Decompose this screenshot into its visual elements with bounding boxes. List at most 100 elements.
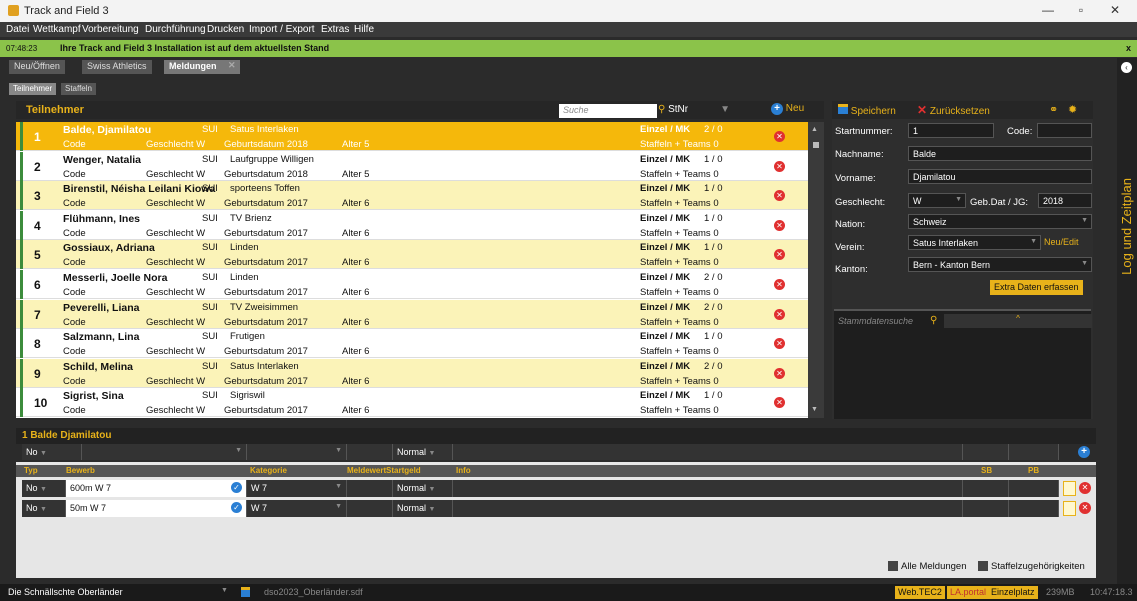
geschlecht-select[interactable]: W ▼	[908, 193, 966, 208]
code-field[interactable]	[1037, 123, 1092, 138]
list-scrollbar[interactable]: ▲ ▼	[808, 122, 824, 418]
list-icon[interactable]	[1063, 501, 1076, 516]
delete-icon[interactable]: ✕	[774, 397, 785, 409]
table-row[interactable]: 2 Wenger, Natalia SUI Laufgruppe Willigen Co…	[16, 151, 808, 181]
search-icon[interactable]: ⚲	[930, 315, 937, 326]
delete-icon[interactable]: ✕	[774, 160, 785, 172]
tab-teilnehmer[interactable]: Teilnehmer	[9, 83, 57, 95]
table-row[interactable]: 10 Sigrist, Sina SUI Sigriswil Code Geschlech…	[16, 388, 808, 418]
vorname-field[interactable]: Djamilatou	[908, 169, 1092, 184]
bewerb-field[interactable]: 600m W 7 ✓	[66, 480, 247, 497]
kategorie-select[interactable]: W 7 ▼	[247, 480, 347, 497]
table-row[interactable]: 3 Birenstil, Néisha Leilani Kiowa SUI sport…	[16, 181, 808, 211]
filter-bewerb-select[interactable]: ▼	[82, 444, 247, 460]
info-field[interactable]	[453, 480, 963, 497]
table-row[interactable]: 9 Schild, Melina SUI Satus Interlaken Code Ge…	[16, 358, 808, 388]
close-tab-icon[interactable]: ✕	[228, 60, 236, 71]
tag-einzelplatz[interactable]: Einzelplatz	[988, 586, 1038, 599]
startgeld-select[interactable]: Normal ▼	[393, 480, 453, 497]
tab-neu-oeffnen[interactable]: Neu/Öffnen	[9, 60, 65, 74]
save-button[interactable]: Speichern	[838, 104, 896, 117]
menu-hilfe[interactable]: Hilfe	[354, 24, 374, 35]
link-icon[interactable]: ⚭	[1049, 103, 1058, 116]
alle-meldungen-toggle[interactable]: Alle Meldungen	[888, 561, 967, 572]
delete-icon[interactable]: ✕	[1079, 502, 1091, 514]
filter-meldewert[interactable]	[347, 444, 393, 460]
log-zeitplan-sidebar[interactable]: ‹ Log und Zeitplan	[1117, 58, 1137, 584]
checkbox[interactable]	[978, 561, 988, 572]
nation-select[interactable]: Schweiz ▼	[908, 214, 1092, 229]
notification-close-icon[interactable]: x	[1126, 43, 1131, 53]
filter-info[interactable]	[453, 444, 963, 460]
sb-field[interactable]	[963, 500, 1009, 517]
menu-durchfuehrung[interactable]: Durchführung	[145, 24, 206, 35]
gear-icon[interactable]: ✹	[1068, 103, 1077, 116]
menu-wettkampf[interactable]: Wettkampf	[33, 24, 81, 35]
add-meldung-button[interactable]: +	[1078, 446, 1090, 458]
delete-icon[interactable]: ✕	[774, 279, 785, 290]
stammdaten-search-input[interactable]: Stammdatensuche	[834, 315, 944, 329]
extra-daten-button[interactable]: Extra Daten erfassen	[990, 280, 1083, 295]
scroll-down-icon[interactable]: ▼	[811, 406, 818, 413]
minimize-button[interactable]: —	[1033, 3, 1063, 19]
filter-sb[interactable]	[963, 444, 1009, 460]
nachname-field[interactable]: Balde	[908, 146, 1092, 161]
tag-laportal[interactable]: LA.portal	[947, 586, 990, 599]
pb-field[interactable]	[1009, 500, 1059, 517]
filter-pb[interactable]	[1009, 444, 1059, 460]
scroll-up-icon[interactable]: ▲	[811, 126, 818, 133]
startnummer-field[interactable]: 1	[908, 123, 994, 138]
checkbox[interactable]	[888, 561, 898, 572]
pb-field[interactable]	[1009, 480, 1059, 497]
chevron-down-icon[interactable]: ▼	[221, 587, 228, 594]
delete-icon[interactable]: ✕	[1079, 482, 1091, 494]
neu-button[interactable]: + Neu	[771, 103, 804, 115]
table-row[interactable]: 6 Messerli, Joelle Nora SUI Linden Code Gesch…	[16, 270, 808, 299]
close-window-button[interactable]: ✕	[1100, 3, 1130, 19]
sb-field[interactable]	[963, 480, 1009, 497]
delete-icon[interactable]: ✕	[774, 190, 785, 202]
kategorie-select[interactable]: W 7 ▼	[247, 500, 347, 517]
delete-icon[interactable]: ✕	[774, 131, 785, 142]
menu-datei[interactable]: Datei	[6, 24, 29, 35]
meldewert-field[interactable]	[347, 480, 393, 497]
bewerb-field[interactable]: 50m W 7 ✓	[66, 500, 247, 517]
table-row[interactable]: 7 Peverelli, Liana SUI TV Zweisimmen Code Ges…	[16, 299, 808, 329]
meldung-row[interactable]: No ▼ 600m W 7 ✓ W 7 ▼ Normal ▼ ✕	[16, 480, 1096, 497]
menu-drucken[interactable]: Drucken	[207, 24, 244, 35]
menu-import-export[interactable]: Import / Export	[249, 24, 315, 35]
table-row[interactable]: 8 Salzmann, Lina SUI Frutigen Code Geschlecht…	[16, 329, 808, 359]
maximize-button[interactable]: ▫	[1066, 3, 1096, 19]
typ-select[interactable]: No ▼	[22, 480, 66, 497]
meldung-row[interactable]: No ▼ 50m W 7 ✓ W 7 ▼ Normal ▼ ✕	[16, 500, 1096, 517]
scroll-thumb[interactable]	[813, 142, 819, 148]
search-input[interactable]: Suche	[559, 104, 657, 118]
verein-select[interactable]: Satus Interlaken ▼	[908, 235, 1041, 250]
info-field[interactable]	[453, 500, 963, 517]
meldewert-field[interactable]	[347, 500, 393, 517]
menu-extras[interactable]: Extras	[321, 24, 349, 35]
tab-swiss-athletics[interactable]: Swiss Athletics	[82, 60, 152, 74]
filter-kategorie-select[interactable]: ▼	[247, 444, 347, 460]
collapse-up-icon[interactable]: ^	[944, 314, 1092, 328]
stnr-sort[interactable]: ⚲ StNr ▼	[658, 104, 730, 115]
delete-icon[interactable]: ✕	[774, 219, 785, 231]
staffel-toggle[interactable]: Staffelzugehörigkeiten	[978, 561, 1085, 572]
delete-icon[interactable]: ✕	[774, 367, 785, 379]
gebdat-field[interactable]: 2018	[1038, 193, 1092, 208]
typ-select[interactable]: No ▼	[22, 500, 66, 517]
tab-staffeln[interactable]: Staffeln	[61, 83, 96, 95]
expand-icon[interactable]: ‹	[1121, 62, 1132, 73]
tab-meldungen[interactable]: Meldungen ✕	[164, 60, 240, 74]
list-icon[interactable]	[1063, 481, 1076, 496]
table-row[interactable]: 1 Balde, Djamilatou SUI Satus Interlaken Cod…	[16, 122, 808, 151]
delete-icon[interactable]: ✕	[774, 338, 785, 350]
menu-vorbereitung[interactable]: Vorbereitung	[82, 24, 139, 35]
delete-icon[interactable]: ✕	[774, 249, 785, 261]
reset-button[interactable]: ✕ Zurücksetzen	[917, 103, 990, 117]
startgeld-select[interactable]: Normal ▼	[393, 500, 453, 517]
table-row[interactable]: 4 Flühmann, Ines SUI TV Brienz Code Geschlech…	[16, 210, 808, 240]
kanton-select[interactable]: Bern - Kanton Bern ▼	[908, 257, 1092, 272]
neu-edit-button[interactable]: Neu/Edit	[1044, 237, 1079, 247]
tag-webtec[interactable]: Web.TEC2	[895, 586, 945, 599]
